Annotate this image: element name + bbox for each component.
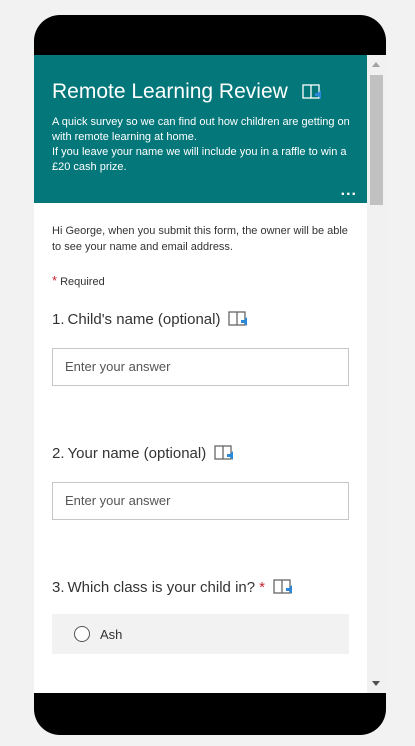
privacy-notice: Hi George, when you submit this form, th… — [52, 225, 348, 253]
your-name-input[interactable]: Enter your answer — [52, 482, 349, 520]
question-title: 1. Child's name (optional) — [52, 310, 349, 328]
form-title: Remote Learning Review — [52, 80, 288, 103]
question-text: Child's name (optional) — [67, 310, 221, 328]
scrollbar[interactable] — [367, 55, 386, 693]
required-label: Required — [60, 276, 105, 288]
question-text: Which class is your child in? — [67, 578, 256, 596]
question-number: 2. — [52, 444, 65, 462]
description-line: If you leave your name we will include y… — [52, 146, 347, 173]
scrollbar-thumb[interactable] — [370, 75, 383, 205]
immersive-reader-icon[interactable] — [214, 444, 236, 462]
question-number: 3. — [52, 578, 65, 596]
phone-screen: Remote Learning Review A quick survey so… — [34, 55, 386, 693]
question-1: 1. Child's name (optional) Enter your an… — [34, 310, 367, 386]
option-label: Ash — [100, 626, 123, 642]
immersive-reader-icon[interactable] — [228, 310, 250, 328]
required-legend: * Required — [34, 255, 367, 288]
form-content: Remote Learning Review A quick survey so… — [34, 55, 367, 693]
radio-button-icon[interactable] — [74, 626, 90, 642]
question-text: Your name (optional) — [67, 444, 207, 462]
description-line: A quick survey so we can find out how ch… — [52, 116, 350, 143]
phone-frame: Remote Learning Review A quick survey so… — [34, 15, 386, 735]
question-2: 2. Your name (optional) Enter your answe… — [34, 444, 367, 520]
required-star: * — [52, 273, 58, 288]
class-option-ash[interactable]: Ash — [52, 614, 349, 654]
question-title: 2. Your name (optional) — [52, 444, 349, 462]
question-title: 3. Which class is your child in? * — [52, 578, 349, 596]
scroll-down-arrow-icon[interactable] — [372, 681, 380, 686]
immersive-reader-icon[interactable] — [273, 578, 295, 596]
question-3: 3. Which class is your child in? * Ash — [34, 578, 367, 654]
childs-name-input[interactable]: Enter your answer — [52, 348, 349, 386]
required-star: * — [259, 578, 265, 596]
question-number: 1. — [52, 310, 65, 328]
form-header: Remote Learning Review A quick survey so… — [34, 55, 367, 203]
more-options-icon[interactable]: ... — [341, 183, 357, 199]
immersive-reader-icon[interactable] — [302, 83, 324, 101]
form-description: A quick survey so we can find out how ch… — [52, 115, 352, 175]
scroll-up-arrow-icon[interactable] — [372, 62, 380, 67]
title-row: Remote Learning Review — [52, 79, 353, 105]
